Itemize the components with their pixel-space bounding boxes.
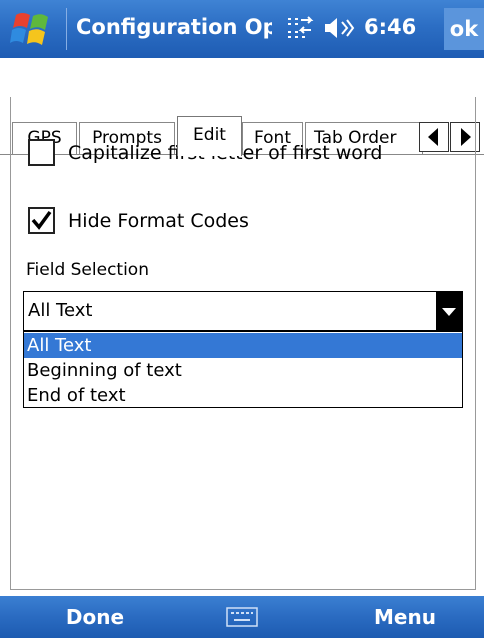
ok-button[interactable]: ok xyxy=(444,8,484,50)
arrow-left-icon xyxy=(428,128,438,146)
dropdown-option-beginning-of-text[interactable]: Beginning of text xyxy=(24,358,462,383)
hide-format-codes-checkbox[interactable] xyxy=(28,207,55,234)
connectivity-icon[interactable] xyxy=(285,15,315,41)
keyboard-icon[interactable] xyxy=(226,607,258,627)
dropdown-option-end-of-text[interactable]: End of text xyxy=(24,383,462,408)
field-selection-label: Field Selection xyxy=(26,260,149,280)
tab-scroll-left-button[interactable] xyxy=(419,122,449,152)
dropdown-option-all-text[interactable]: All Text xyxy=(24,333,462,358)
capitalize-checkbox[interactable] xyxy=(28,139,55,166)
volume-icon[interactable] xyxy=(322,15,356,41)
chevron-down-icon xyxy=(442,308,456,316)
tab-scroll-right-button[interactable] xyxy=(450,122,480,152)
hide-format-codes-label[interactable]: Hide Format Codes xyxy=(68,208,249,234)
arrow-right-icon xyxy=(461,128,471,146)
window-title: Configuration Options xyxy=(76,15,272,39)
windows-start-icon[interactable] xyxy=(10,9,60,49)
combobox-value: All Text xyxy=(28,300,93,321)
menu-softkey[interactable]: Menu xyxy=(345,596,465,638)
dropdown-button[interactable] xyxy=(436,292,462,330)
field-selection-dropdown-list: All Text Beginning of text End of text xyxy=(23,331,463,408)
done-softkey[interactable]: Done xyxy=(40,596,150,638)
clock-time[interactable]: 6:46 xyxy=(364,12,416,42)
title-divider xyxy=(66,8,67,50)
tab-scroll-arrows xyxy=(419,122,481,152)
checkmark-icon xyxy=(31,210,52,230)
title-bar: Configuration Options 6:46 ok xyxy=(0,0,484,58)
menu-bar: Done Menu xyxy=(0,596,484,638)
tab-strip: GPS Prompts Edit Font Tab Order xyxy=(0,58,484,156)
tab-edit[interactable]: Edit xyxy=(177,116,242,156)
field-selection-combobox[interactable]: All Text xyxy=(23,291,463,331)
